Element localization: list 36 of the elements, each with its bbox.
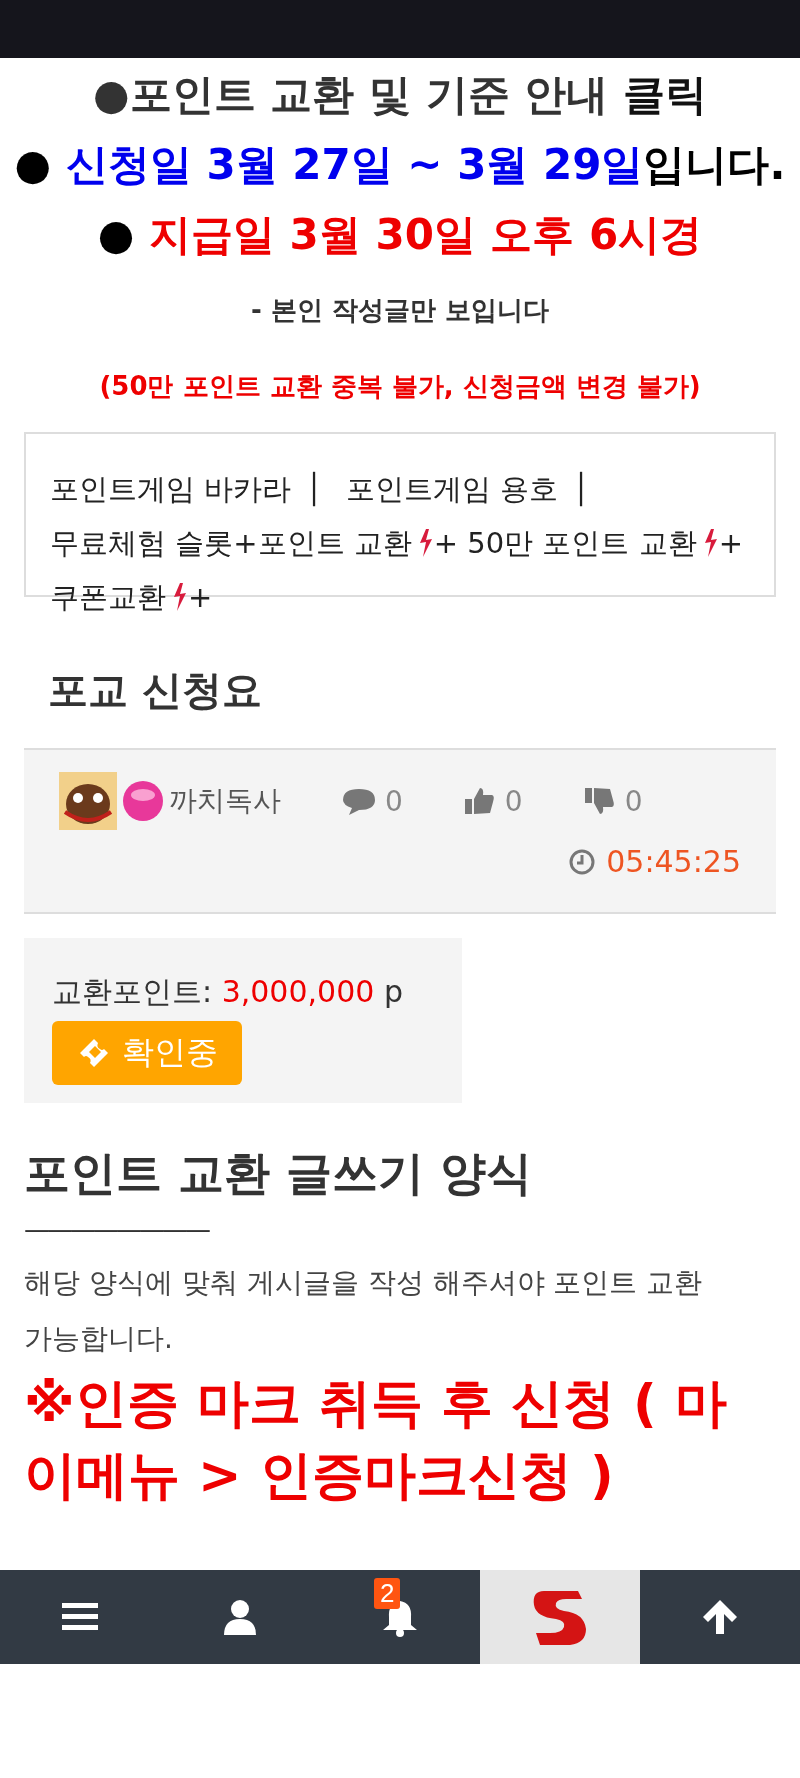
- lightning-icon: [417, 529, 434, 557]
- menu-link[interactable]: 쿠폰교환: [50, 580, 166, 614]
- lightning-icon: [172, 583, 188, 611]
- like-count: 0: [504, 784, 523, 818]
- notice-line: ● 신청일 3월 27일 ~ 3월 29일입니다.: [14, 139, 786, 191]
- notice-line: - 본인 작성글만 보입니다: [251, 294, 549, 327]
- plus-sign: +: [718, 526, 743, 560]
- dislike-count: 0: [624, 784, 643, 818]
- points-value: 3,000,000: [221, 974, 375, 1009]
- comment-count: 0: [385, 784, 403, 818]
- notice-line: ● 지급일 3월 30일 오후 6시경: [97, 209, 703, 261]
- section-heading: 포인트 교환 글쓰기 양식: [24, 1145, 534, 1202]
- level-orb-icon: [121, 779, 165, 823]
- plus-sign: +: [188, 580, 213, 614]
- post-title: 포교 신청요: [48, 666, 263, 715]
- clock-icon: [568, 847, 597, 876]
- comment-icon: [341, 786, 377, 816]
- warning-text: ※인증 마크 취득 후 신청 ( 마이메뉴 > 인증마크신청 ): [24, 1372, 728, 1507]
- post-time: 05:45:25: [606, 844, 741, 879]
- notification-badge: 2: [374, 1578, 401, 1609]
- lightning-icon: [702, 529, 719, 557]
- separator: │: [305, 472, 323, 506]
- notice-line: ●포인트 교환 및 기준 안내 클릭: [93, 69, 707, 121]
- menu-link[interactable]: 무료체험 슬롯+포인트 교환: [50, 526, 412, 560]
- plus-sign: +: [433, 526, 459, 560]
- points-label: 교환포인트:: [52, 974, 213, 1009]
- menu-link[interactable]: 50만 포인트 교환: [467, 526, 697, 560]
- form-instructions: 해당 양식에 맞춰 게시글을 작성 해주셔야 포인트 교환 가능합니다.: [24, 1265, 704, 1357]
- dog-avatar-icon: [59, 772, 117, 830]
- author-name: 까치독사: [169, 783, 281, 819]
- menu-link[interactable]: 포인트게임 바카라: [50, 472, 292, 506]
- points-unit: p: [383, 974, 403, 1009]
- notice-line: (50만 포인트 교환 중복 불가, 신청금액 변경 불가): [99, 370, 701, 403]
- separator: │: [572, 472, 590, 506]
- menu-link[interactable]: 포인트게임 용호: [345, 472, 559, 506]
- dash-rule: ————————: [24, 1213, 210, 1245]
